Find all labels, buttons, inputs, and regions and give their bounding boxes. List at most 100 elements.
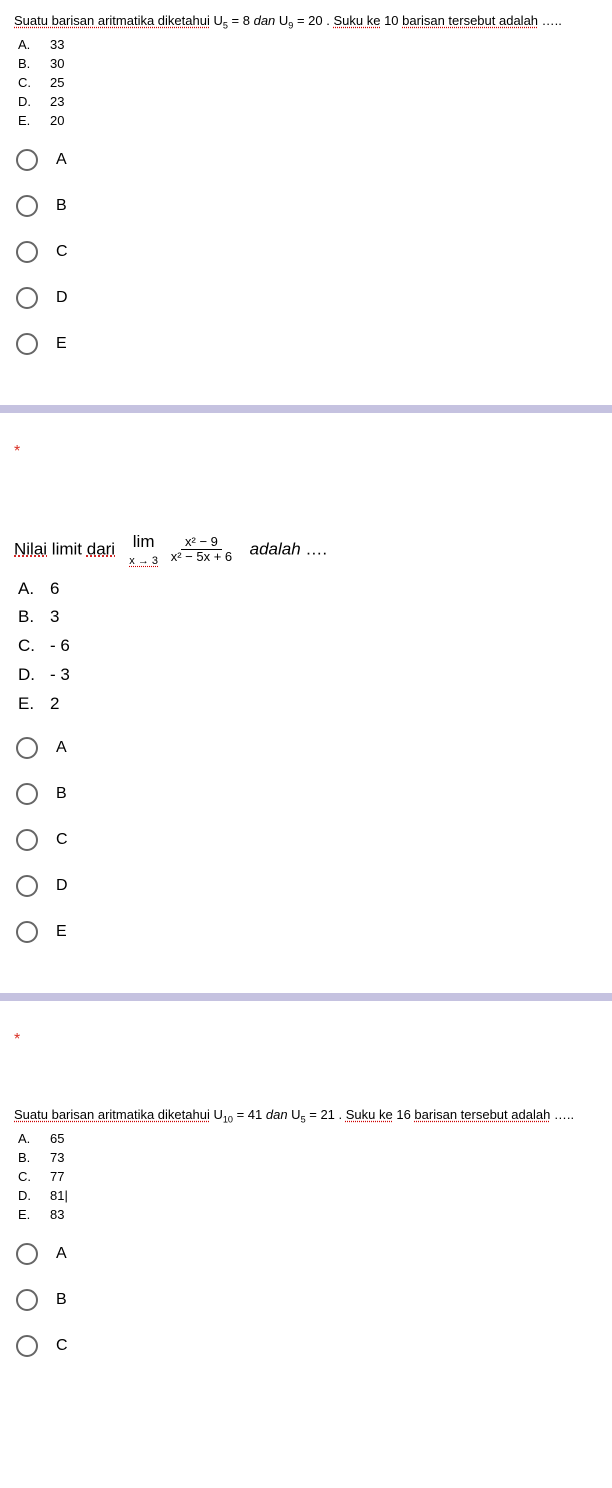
radio-icon <box>16 921 38 943</box>
q1-eq2: = 20 . <box>293 13 333 28</box>
q2-fraction: x² − 9 x² − 5x + 6 <box>167 535 236 565</box>
q2-radio-e[interactable]: E <box>16 921 598 943</box>
q1-radio-e[interactable]: E <box>16 333 598 355</box>
q1-ans-b: B. 30 <box>18 55 598 74</box>
radio-icon <box>16 737 38 759</box>
q1-ans-a: A.33 <box>18 36 598 55</box>
q2-nilai: Nilai <box>14 539 47 558</box>
radio-icon <box>16 333 38 355</box>
value: 77 <box>50 1168 64 1187</box>
letter: C. <box>18 74 36 93</box>
radio-label: E <box>56 923 67 941</box>
radio-label: D <box>56 877 68 895</box>
numerator: x² − 9 <box>181 535 222 550</box>
value: 25 <box>50 74 64 93</box>
denominator: x² − 5x + 6 <box>167 550 236 564</box>
q2-lim: lim x → 3 <box>129 533 158 567</box>
q3-ans-b: B. 73 <box>18 1149 598 1168</box>
q2-dari: dari <box>87 539 115 558</box>
q3-ans-a: A. 65 <box>18 1130 598 1149</box>
radio-icon <box>16 287 38 309</box>
q3-radio-b[interactable]: B <box>16 1289 598 1311</box>
radio-icon <box>16 1243 38 1265</box>
letter: E. <box>18 112 36 131</box>
q1-radio-d[interactable]: D <box>16 287 598 309</box>
separator-2 <box>0 993 612 1001</box>
q1-eq1: = 8 <box>228 13 254 28</box>
radio-label: C <box>56 1337 68 1355</box>
question-3-text: Suatu barisan aritmatika diketahui U10 =… <box>14 1106 598 1126</box>
radio-label: A <box>56 739 67 757</box>
q1-dan: dan <box>254 13 276 28</box>
radio-icon <box>16 783 38 805</box>
q1-suku: Suku ke <box>333 13 380 28</box>
q3-answer-list: A.65 B.73 C.77 D.81| E.83 <box>14 1130 598 1224</box>
q2-limit: limit <box>47 539 87 558</box>
letter: D. <box>18 1187 36 1206</box>
radio-label: B <box>56 785 67 803</box>
radio-label: B <box>56 1291 67 1309</box>
q2-ans-b: B.3 <box>18 603 598 632</box>
q3-sub1: 10 <box>223 1115 233 1125</box>
radio-label: C <box>56 831 68 849</box>
q3-16: 16 <box>393 1107 415 1122</box>
question-1-text: Suatu barisan aritmatika diketahui U5 = … <box>14 12 598 32</box>
q1-dots: ….. <box>538 13 562 28</box>
q1-radio-set: A B C D E <box>14 149 598 355</box>
value: 65 <box>50 1130 64 1149</box>
value: 20 <box>50 112 64 131</box>
lim-bot: x → 3 <box>129 555 158 567</box>
q2-radio-a[interactable]: A <box>16 737 598 759</box>
value: 2 <box>50 690 59 719</box>
letter: B. <box>18 55 36 74</box>
q1-ans-e: E. 20 <box>18 112 598 131</box>
value: 83 <box>50 1206 64 1225</box>
letter: D. <box>18 93 36 112</box>
q2-radio-c[interactable]: C <box>16 829 598 851</box>
value: 81| <box>50 1187 68 1206</box>
q3-radio-c[interactable]: C <box>16 1335 598 1357</box>
q1-radio-a[interactable]: A <box>16 149 598 171</box>
q3-phrase: Suatu barisan aritmatika diketahui <box>14 1107 210 1122</box>
radio-icon <box>16 1289 38 1311</box>
q3-radio-set: A B C <box>14 1243 598 1357</box>
letter: A. <box>18 1130 36 1149</box>
q3-ans-e: E. 83 <box>18 1206 598 1225</box>
value: 23 <box>50 93 64 112</box>
q1-ans-d: D. 23 <box>18 93 598 112</box>
value: - 3 <box>50 661 70 690</box>
radio-icon <box>16 1335 38 1357</box>
letter: E. <box>18 1206 36 1225</box>
lim-top: lim <box>133 532 155 551</box>
q2-radio-b[interactable]: B <box>16 783 598 805</box>
letter: A. <box>18 36 36 55</box>
q2-adalah: adalah <box>250 539 301 558</box>
question-2: Nilai limit dari lim x → 3 x² − 9 x² − 5… <box>0 461 612 963</box>
q3-eq1: = 41 <box>233 1107 266 1122</box>
value: 73 <box>50 1149 64 1168</box>
letter: D. <box>18 661 36 690</box>
radio-label: C <box>56 243 68 261</box>
radio-label: B <box>56 197 67 215</box>
radio-label: D <box>56 289 68 307</box>
value: 3 <box>50 603 59 632</box>
value: 30 <box>50 55 64 74</box>
q3-ans-d: D. 81| <box>18 1187 598 1206</box>
q1-barisan: barisan tersebut adalah <box>402 13 538 28</box>
radio-label: E <box>56 335 67 353</box>
q1-radio-c[interactable]: C <box>16 241 598 263</box>
letter: B. <box>18 1149 36 1168</box>
q3-u: U <box>210 1107 223 1122</box>
q2-radio-d[interactable]: D <box>16 875 598 897</box>
q1-u: U <box>213 13 222 28</box>
radio-icon <box>16 149 38 171</box>
question-3: Suatu barisan aritmatika diketahui U10 =… <box>0 1049 612 1361</box>
q1-radio-b[interactable]: B <box>16 195 598 217</box>
q2-dots: …. <box>301 539 327 558</box>
q3-u2: U <box>288 1107 301 1122</box>
q2-ans-d: D. - 3 <box>18 661 598 690</box>
q3-dots: ….. <box>550 1107 574 1122</box>
q2-ans-a: A.6 <box>18 575 598 604</box>
q1-ans-c: C. 25 <box>18 74 598 93</box>
q3-radio-a[interactable]: A <box>16 1243 598 1265</box>
